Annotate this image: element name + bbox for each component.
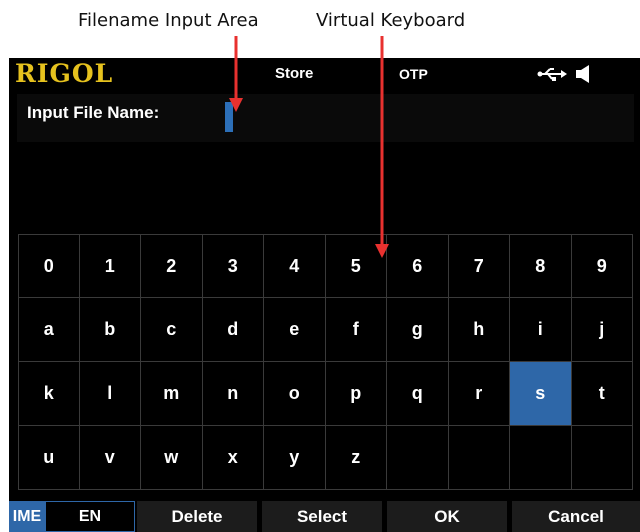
arrow-keyboard-head <box>375 244 389 258</box>
annotation-arrows <box>229 36 389 258</box>
arrow-filename-head <box>229 98 243 112</box>
